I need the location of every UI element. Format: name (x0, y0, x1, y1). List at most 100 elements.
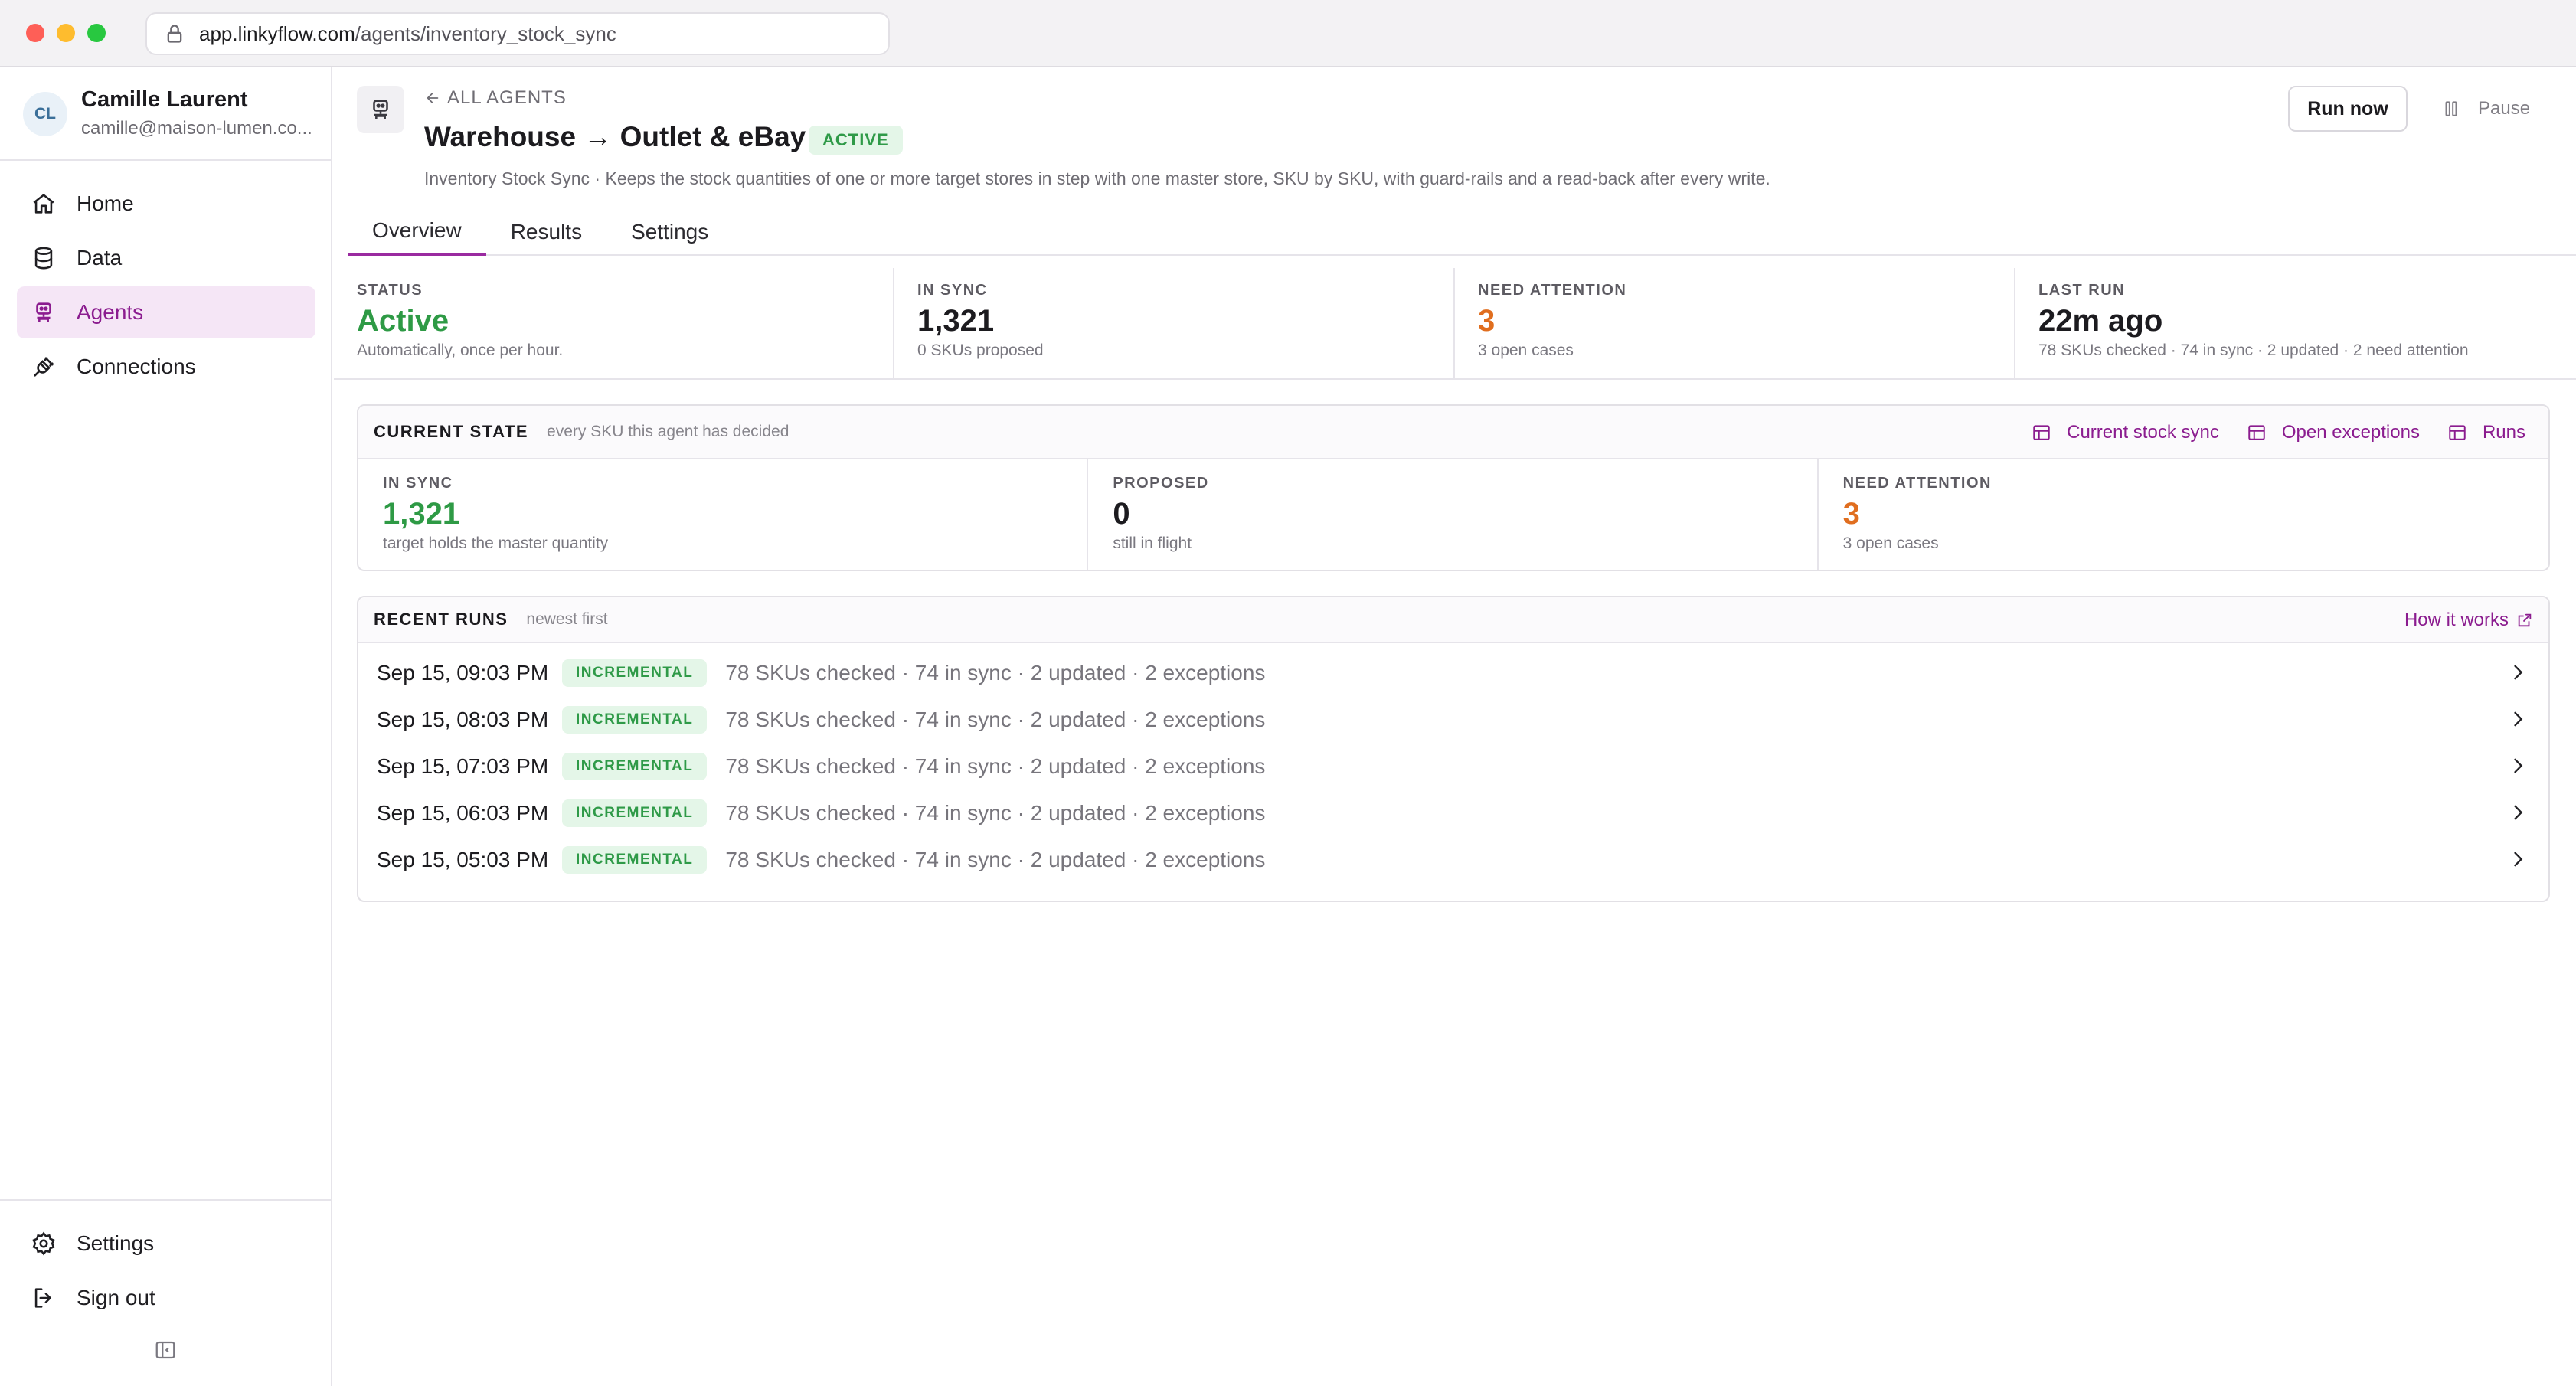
back-label: ALL AGENTS (447, 87, 567, 108)
current-stock-sync-link[interactable]: Current stock sync (2032, 422, 2219, 443)
stat-label: LAST RUN (2038, 282, 2126, 299)
run-summary: 78 SKUs checked · 74 in sync · 2 updated… (725, 847, 1266, 871)
stat-sub: 78 SKUs checked · 74 in sync · 2 updated… (2038, 342, 2469, 359)
run-row[interactable]: Sep 15, 09:03 PM INCREMENTAL 78 SKUs che… (358, 649, 2548, 696)
runs-link[interactable]: Runs (2447, 422, 2525, 443)
runs-list: Sep 15, 09:03 PM INCREMENTAL 78 SKUs che… (358, 643, 2548, 883)
card-subtitle: newest first (526, 610, 608, 628)
tab-overview[interactable]: Overview (348, 208, 486, 256)
cs-proposed: PROPOSED 0 still in flight (1088, 459, 1819, 570)
table-icon (2248, 425, 2265, 440)
sidebar-item-label: Sign out (77, 1286, 155, 1309)
cs-sub: target holds the master quantity (383, 534, 609, 552)
current-state-body: IN SYNC 1,321 target holds the master qu… (358, 459, 2548, 570)
run-summary: 78 SKUs checked · 74 in sync · 2 updated… (725, 753, 1266, 778)
chevron-right-icon (2514, 758, 2523, 773)
back-to-agents-link[interactable]: ALL AGENTS (424, 87, 567, 109)
tab-settings[interactable]: Settings (606, 208, 733, 256)
sidebar-footer: Settings Sign out (0, 1199, 331, 1326)
external-link-icon (2518, 613, 2532, 627)
cs-sub: still in flight (1113, 534, 1192, 552)
stat-need-attention: NEED ATTENTION 3 3 open cases (1455, 268, 2015, 378)
sidebar-item-home[interactable]: Home (17, 178, 315, 230)
stat-sub: 3 open cases (1478, 342, 1574, 359)
window-maximize-button[interactable] (87, 24, 106, 42)
sidebar: CL Camille Laurent camille@maison-lumen.… (0, 67, 332, 1386)
run-date: Sep 15, 06:03 PM (377, 800, 549, 825)
tab-results[interactable]: Results (486, 208, 606, 256)
database-icon (34, 247, 53, 270)
run-summary: 78 SKUs checked · 74 in sync · 2 updated… (725, 800, 1266, 825)
sidebar-item-label: Data (77, 246, 123, 270)
cs-value: 0 (1113, 497, 1130, 531)
table-icon (2033, 425, 2050, 440)
run-row[interactable]: Sep 15, 06:03 PM INCREMENTAL 78 SKUs che… (358, 789, 2548, 836)
cs-label: IN SYNC (383, 475, 453, 492)
user-email: camille@maison-lumen.co... (81, 118, 311, 139)
cs-in-sync: IN SYNC 1,321 target holds the master qu… (358, 459, 1089, 570)
current-state-links: Current stock sync Open exceptions Runs (2004, 406, 2525, 459)
link-label: Runs (2482, 422, 2525, 443)
card-title: CURRENT STATE (374, 422, 529, 441)
sidebar-nav: Home Data Agents Connections (17, 178, 315, 395)
sidebar-item-agents[interactable]: Agents (17, 286, 315, 338)
sidebar-item-label: Connections (77, 355, 196, 378)
plug-icon (34, 357, 54, 377)
stat-sub: Automatically, once per hour. (357, 342, 564, 359)
run-date: Sep 15, 09:03 PM (377, 660, 549, 685)
sidebar-item-data[interactable]: Data (17, 232, 315, 284)
run-now-button[interactable]: Run now (2288, 86, 2408, 132)
pause-button[interactable]: Pause (2441, 86, 2530, 132)
recent-runs-card: RECENT RUNS newest first How it works Se… (357, 596, 2550, 902)
stat-in-sync: IN SYNC 1,321 0 SKUs proposed (894, 268, 1455, 378)
run-type-badge: INCREMENTAL (562, 705, 708, 734)
sidebar-item-label: Settings (77, 1231, 155, 1255)
address-bar[interactable]: app.linkyflow.com/agents/inventory_stock… (145, 12, 890, 55)
sign-out-icon (34, 1288, 51, 1308)
sidebar-item-label: Agents (77, 300, 144, 324)
table-icon (2449, 425, 2466, 440)
window-minimize-button[interactable] (57, 24, 75, 42)
run-type-badge: INCREMENTAL (562, 845, 708, 874)
link-label: Open exceptions (2281, 422, 2420, 443)
chevron-right-icon (2514, 665, 2523, 680)
window-close-button[interactable] (26, 24, 44, 42)
page-title: Warehouse → Outlet & eBay (424, 121, 806, 152)
lock-icon (167, 25, 182, 43)
user-name: Camille Laurent (81, 87, 248, 112)
card-title: RECENT RUNS (374, 610, 508, 629)
cs-value: 1,321 (383, 497, 460, 531)
run-row[interactable]: Sep 15, 07:03 PM INCREMENTAL 78 SKUs che… (358, 743, 2548, 789)
run-row[interactable]: Sep 15, 08:03 PM INCREMENTAL 78 SKUs che… (358, 696, 2548, 743)
run-summary: 78 SKUs checked · 74 in sync · 2 updated… (725, 707, 1266, 731)
gear-icon (32, 1231, 55, 1256)
collapse-sidebar-icon[interactable] (154, 1339, 177, 1361)
cs-sub: 3 open cases (1842, 534, 1939, 552)
stat-value: 1,321 (917, 304, 995, 338)
open-exceptions-link[interactable]: Open exceptions (2247, 422, 2420, 443)
card-subtitle: every SKU this agent has decided (547, 423, 789, 440)
stat-sub: 0 SKUs proposed (917, 342, 1044, 359)
tab-bar: Overview Results Settings (348, 208, 2576, 256)
sidebar-item-sign-out[interactable]: Sign out (17, 1272, 314, 1324)
stat-label: STATUS (357, 282, 423, 299)
how-it-works-label: How it works (2404, 610, 2509, 630)
sidebar-item-connections[interactable]: Connections (17, 341, 315, 393)
run-date: Sep 15, 08:03 PM (377, 707, 549, 731)
current-state-card: CURRENT STATE every SKU this agent has d… (357, 404, 2550, 571)
browser-chrome: app.linkyflow.com/agents/inventory_stock… (0, 0, 2576, 67)
agent-description: Inventory Stock Sync · Keeps the stock q… (424, 168, 1770, 188)
run-row[interactable]: Sep 15, 05:03 PM INCREMENTAL 78 SKUs che… (358, 836, 2548, 883)
status-badge: ACTIVE (809, 126, 903, 155)
current-state-header: CURRENT STATE every SKU this agent has d… (358, 406, 2548, 459)
agent-avatar (357, 86, 404, 133)
stat-value: 22m ago (2038, 304, 2163, 338)
user-profile[interactable]: CL Camille Laurent camille@maison-lumen.… (0, 67, 331, 161)
stat-last-run: LAST RUN 22m ago 78 SKUs checked · 74 in… (2015, 268, 2576, 378)
run-summary: 78 SKUs checked · 74 in sync · 2 updated… (725, 660, 1266, 685)
url-path: /agents/inventory_stock_sync (355, 21, 616, 45)
sidebar-item-settings[interactable]: Settings (17, 1218, 314, 1270)
stat-label: IN SYNC (917, 282, 988, 299)
how-it-works-link[interactable]: How it works (2404, 597, 2533, 643)
run-type-badge: INCREMENTAL (562, 752, 708, 780)
